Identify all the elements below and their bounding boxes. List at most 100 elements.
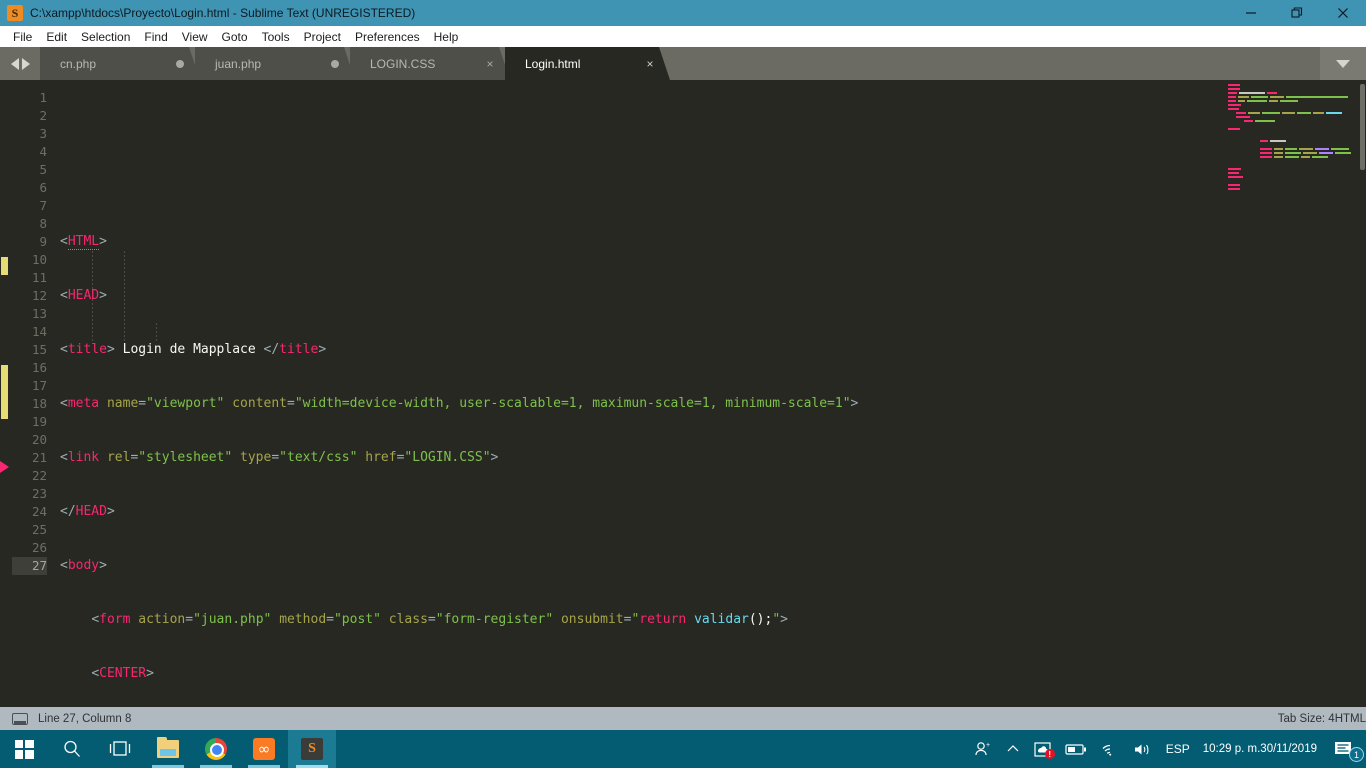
line-number: 23 xyxy=(31,486,47,501)
wifi-icon[interactable] xyxy=(1094,730,1126,768)
xampp-icon: ∞ xyxy=(253,738,275,760)
console-icon[interactable] xyxy=(12,712,28,725)
line-number: 15 xyxy=(31,342,47,357)
windows-logo-icon xyxy=(14,739,34,759)
line-number: 20 xyxy=(31,432,47,447)
scroll-right-icon[interactable] xyxy=(21,57,30,70)
people-icon[interactable]: + xyxy=(967,730,999,768)
menu-project[interactable]: Project xyxy=(297,28,348,46)
menu-help[interactable]: Help xyxy=(427,28,466,46)
menu-find[interactable]: Find xyxy=(137,28,174,46)
taskbar-xampp[interactable]: ∞ xyxy=(240,730,288,768)
code-line: <title> Login de Mapplace </title> xyxy=(60,342,327,357)
window-title: C:\xampp\htdocs\Proyecto\Login.html - Su… xyxy=(30,6,416,20)
marker-column xyxy=(0,80,12,707)
onedrive-icon[interactable]: ! xyxy=(1027,730,1058,768)
line-number-gutter: 1 2 3 4 5 6 7 8 9 10 11 12 13 14 15 16 1… xyxy=(12,80,56,707)
code-line: <body> xyxy=(60,558,107,573)
syntax-indicator[interactable]: HTML xyxy=(1335,713,1366,725)
minimize-button[interactable] xyxy=(1228,0,1274,26)
volume-icon[interactable] xyxy=(1126,730,1159,768)
chrome-icon xyxy=(205,738,227,760)
line-number: 14 xyxy=(31,324,47,339)
chevron-up-icon[interactable] xyxy=(999,730,1027,768)
bookmark-marker xyxy=(1,365,8,419)
notification-count-badge: 1 xyxy=(1349,747,1364,762)
restore-button[interactable] xyxy=(1274,0,1320,26)
editor-area[interactable]: 1 2 3 4 5 6 7 8 9 10 11 12 13 14 15 16 1… xyxy=(0,80,1366,707)
line-number: 12 xyxy=(31,288,47,303)
menu-file[interactable]: File xyxy=(6,28,39,46)
tab-label: LOGIN.CSS xyxy=(370,56,436,71)
line-number: 11 xyxy=(31,270,47,285)
error-arrow-icon xyxy=(0,461,9,473)
menu-preferences[interactable]: Preferences xyxy=(348,28,427,46)
taskbar-file-explorer[interactable] xyxy=(144,730,192,768)
task-view-button[interactable] xyxy=(96,730,144,768)
start-button[interactable] xyxy=(0,730,48,768)
line-number: 18 xyxy=(31,396,47,411)
menu-edit[interactable]: Edit xyxy=(39,28,74,46)
line-number: 24 xyxy=(31,504,47,519)
line-number: 13 xyxy=(31,306,47,321)
search-button[interactable] xyxy=(48,730,96,768)
battery-icon[interactable] xyxy=(1058,730,1094,768)
notifications-button[interactable]: 1 xyxy=(1327,730,1366,768)
tab-cn-php[interactable]: cn.php xyxy=(40,47,200,80)
line-number: 16 xyxy=(31,360,47,375)
close-icon[interactable]: × xyxy=(642,57,658,71)
line-number: 5 xyxy=(39,162,47,177)
line-number: 2 xyxy=(39,108,47,123)
menu-selection[interactable]: Selection xyxy=(74,28,137,46)
window-controls xyxy=(1228,0,1366,26)
tab-overflow-menu[interactable] xyxy=(1320,47,1366,80)
code-line: <CENTER> xyxy=(91,666,154,681)
unsaved-dot-icon xyxy=(331,60,339,68)
tab-login-html[interactable]: Login.html × xyxy=(505,47,670,80)
code-line: <form action="juan.php" method="post" cl… xyxy=(91,612,788,627)
menu-goto[interactable]: Goto xyxy=(215,28,255,46)
close-icon[interactable]: × xyxy=(482,57,498,71)
line-number: 1 xyxy=(39,90,47,105)
chevron-down-icon[interactable] xyxy=(1336,59,1350,68)
tab-login-css[interactable]: LOGIN.CSS × xyxy=(350,47,510,80)
close-button[interactable] xyxy=(1320,0,1366,26)
line-number: 25 xyxy=(31,522,47,537)
language-indicator[interactable]: ESP xyxy=(1159,730,1197,768)
line-number: 8 xyxy=(39,216,47,231)
line-number: 4 xyxy=(39,144,47,159)
taskbar-sublime-text[interactable]: S xyxy=(288,730,336,768)
line-number: 21 xyxy=(31,450,47,465)
tab-juan-php[interactable]: juan.php xyxy=(195,47,355,80)
scroll-left-icon[interactable] xyxy=(10,57,19,70)
sublime-text-icon: S xyxy=(7,5,23,21)
tab-label: Login.html xyxy=(525,56,581,71)
line-number: 17 xyxy=(31,378,47,393)
taskbar-google-chrome[interactable] xyxy=(192,730,240,768)
system-tray: + ! ESP 10:29 p. m. 30/11/2019 1 xyxy=(967,730,1366,768)
line-number: 26 xyxy=(31,540,47,555)
code-line: <link rel="stylesheet" type="text/css" h… xyxy=(60,450,499,465)
folder-icon xyxy=(157,737,179,758)
menu-tools[interactable]: Tools xyxy=(255,28,297,46)
line-number: 9 xyxy=(39,234,47,249)
code-content[interactable]: <HTML> <HEAD> <title> Login de Mapplace … xyxy=(56,80,1220,707)
tab-scroll-arrows[interactable] xyxy=(0,47,40,80)
code-line: <HEAD> xyxy=(60,288,107,303)
code-line: </HEAD> xyxy=(60,504,115,519)
tab-size-indicator[interactable]: Tab Size: 4 xyxy=(1278,713,1335,725)
code-line: <meta name="viewport" content="width=dev… xyxy=(60,396,859,411)
menu-view[interactable]: View xyxy=(175,28,215,46)
title-bar: S C:\xampp\htdocs\Proyecto\Login.html - … xyxy=(0,0,1366,26)
sublime-text-icon: S xyxy=(301,738,323,760)
cursor-position[interactable]: Line 27, Column 8 xyxy=(38,713,131,725)
unsaved-dot-icon xyxy=(176,60,184,68)
tab-bar: cn.php juan.php LOGIN.CSS × Login.html × xyxy=(0,47,1366,80)
clock[interactable]: 10:29 p. m. 30/11/2019 xyxy=(1197,730,1327,768)
tab-label: juan.php xyxy=(215,56,262,71)
minimap-scrollbar[interactable] xyxy=(1360,84,1365,170)
onedrive-alert-badge: ! xyxy=(1044,749,1055,759)
minimap[interactable] xyxy=(1220,80,1366,707)
status-bar-right: Tab Size: 4 HTML xyxy=(1278,713,1366,725)
tab-label: cn.php xyxy=(60,56,97,71)
